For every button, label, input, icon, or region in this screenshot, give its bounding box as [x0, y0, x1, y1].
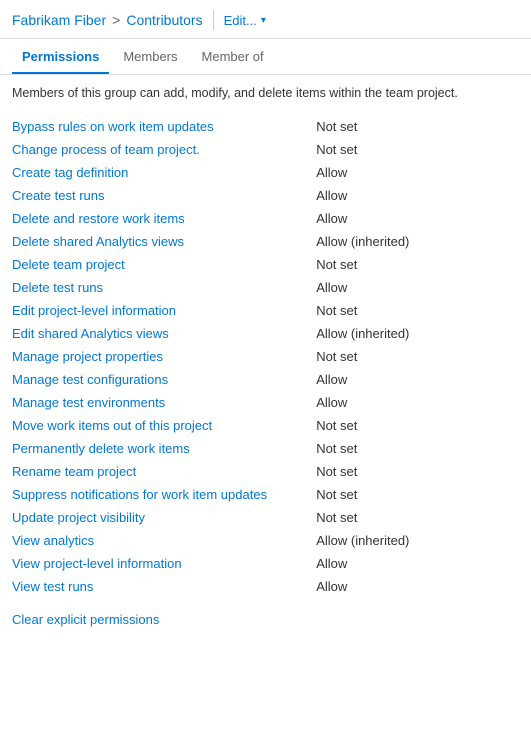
tab-members[interactable]: Members [113, 39, 187, 74]
permission-name-link[interactable]: Move work items out of this project [12, 414, 316, 437]
permission-name-link[interactable]: View test runs [12, 575, 316, 598]
table-row: Change process of team project.Not set [12, 138, 519, 161]
permission-name-link[interactable]: View analytics [12, 529, 316, 552]
tab-member-of[interactable]: Member of [192, 39, 274, 74]
permission-status: Not set [316, 299, 519, 322]
breadcrumb-separator: > [112, 12, 120, 28]
group-description: Members of this group can add, modify, a… [12, 85, 519, 103]
permission-status: Allow [316, 552, 519, 575]
clear-permissions-link[interactable]: Clear explicit permissions [12, 612, 159, 627]
permission-name-link[interactable]: Manage test environments [12, 391, 316, 414]
table-row: Move work items out of this projectNot s… [12, 414, 519, 437]
table-row: View project-level informationAllow [12, 552, 519, 575]
permission-name-link[interactable]: Permanently delete work items [12, 437, 316, 460]
table-row: Delete team projectNot set [12, 253, 519, 276]
permission-name-link[interactable]: Delete and restore work items [12, 207, 316, 230]
permission-status: Allow (inherited) [316, 230, 519, 253]
permission-name-link[interactable]: Bypass rules on work item updates [12, 115, 316, 138]
tab-permissions[interactable]: Permissions [12, 39, 109, 74]
table-row: Delete shared Analytics viewsAllow (inhe… [12, 230, 519, 253]
permission-name-link[interactable]: Delete shared Analytics views [12, 230, 316, 253]
page-header: Fabrikam Fiber > Contributors Edit... ▾ [0, 0, 531, 39]
permission-name-link[interactable]: Rename team project [12, 460, 316, 483]
table-row: View test runsAllow [12, 575, 519, 598]
permission-status: Allow (inherited) [316, 529, 519, 552]
permission-status: Allow [316, 276, 519, 299]
table-row: Update project visibilityNot set [12, 506, 519, 529]
edit-label: Edit... [224, 13, 257, 28]
permissions-table: Bypass rules on work item updatesNot set… [12, 115, 519, 598]
permission-status: Allow [316, 575, 519, 598]
permission-name-link[interactable]: Delete team project [12, 253, 316, 276]
permission-status: Allow [316, 207, 519, 230]
permission-name-link[interactable]: View project-level information [12, 552, 316, 575]
group-name-link[interactable]: Contributors [126, 12, 202, 28]
table-row: Edit shared Analytics viewsAllow (inheri… [12, 322, 519, 345]
table-row: Bypass rules on work item updatesNot set [12, 115, 519, 138]
permission-status: Not set [316, 345, 519, 368]
table-row: Edit project-level informationNot set [12, 299, 519, 322]
permission-name-link[interactable]: Manage project properties [12, 345, 316, 368]
table-row: Manage test configurationsAllow [12, 368, 519, 391]
permission-name-link[interactable]: Edit project-level information [12, 299, 316, 322]
table-row: Permanently delete work itemsNot set [12, 437, 519, 460]
org-name-link[interactable]: Fabrikam Fiber [12, 12, 106, 28]
permission-name-link[interactable]: Create test runs [12, 184, 316, 207]
permission-name-link[interactable]: Delete test runs [12, 276, 316, 299]
header-divider [213, 10, 214, 30]
table-row: View analyticsAllow (inherited) [12, 529, 519, 552]
permission-status: Not set [316, 437, 519, 460]
permission-name-link[interactable]: Suppress notifications for work item upd… [12, 483, 316, 506]
main-content: Members of this group can add, modify, a… [0, 75, 531, 639]
table-row: Suppress notifications for work item upd… [12, 483, 519, 506]
permission-status: Allow [316, 161, 519, 184]
table-row: Manage project propertiesNot set [12, 345, 519, 368]
edit-action[interactable]: Edit... ▾ [224, 13, 266, 28]
permission-name-link[interactable]: Change process of team project. [12, 138, 316, 161]
permission-name-link[interactable]: Edit shared Analytics views [12, 322, 316, 345]
permission-status: Not set [316, 483, 519, 506]
table-row: Create tag definitionAllow [12, 161, 519, 184]
permission-status: Allow [316, 184, 519, 207]
table-row: Delete and restore work itemsAllow [12, 207, 519, 230]
permission-status: Not set [316, 506, 519, 529]
permission-status: Not set [316, 414, 519, 437]
permission-name-link[interactable]: Update project visibility [12, 506, 316, 529]
table-row: Delete test runsAllow [12, 276, 519, 299]
tab-bar: Permissions Members Member of [0, 39, 531, 75]
table-row: Manage test environmentsAllow [12, 391, 519, 414]
table-row: Create test runsAllow [12, 184, 519, 207]
permission-status: Not set [316, 138, 519, 161]
chevron-down-icon: ▾ [261, 15, 266, 26]
permission-status: Allow (inherited) [316, 322, 519, 345]
permission-status: Allow [316, 391, 519, 414]
permission-status: Not set [316, 460, 519, 483]
permission-name-link[interactable]: Create tag definition [12, 161, 316, 184]
breadcrumb: Fabrikam Fiber > Contributors [12, 12, 203, 28]
permission-status: Allow [316, 368, 519, 391]
permission-name-link[interactable]: Manage test configurations [12, 368, 316, 391]
table-row: Rename team projectNot set [12, 460, 519, 483]
permission-status: Not set [316, 253, 519, 276]
permission-status: Not set [316, 115, 519, 138]
